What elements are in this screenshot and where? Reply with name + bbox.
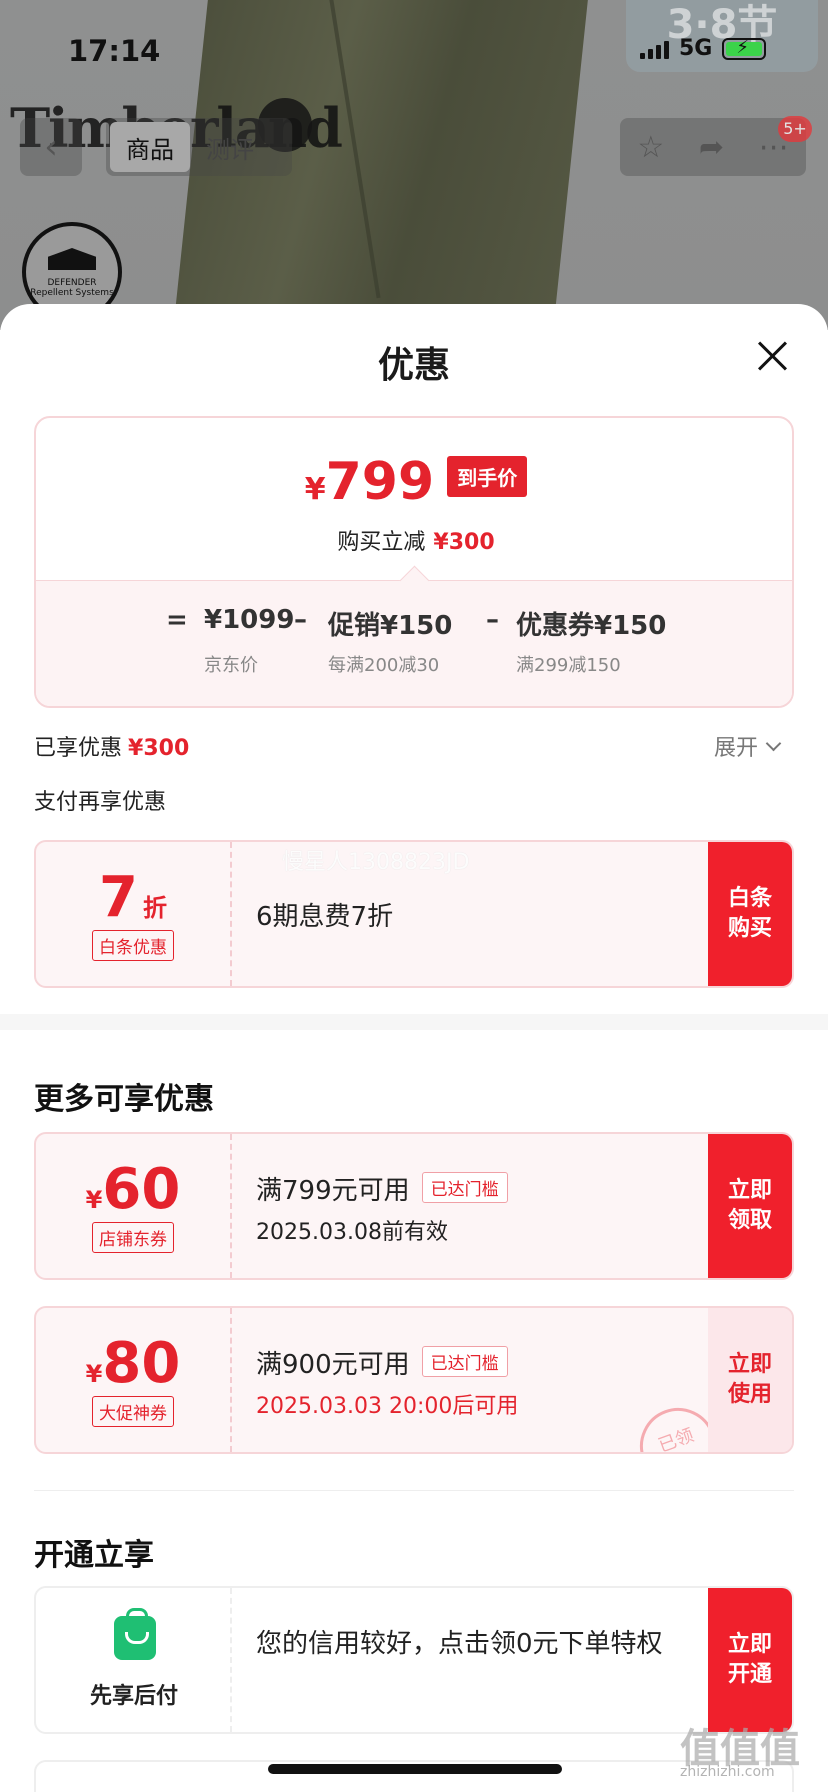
section-gap xyxy=(0,1014,828,1030)
battery-icon: ⚡ xyxy=(722,37,767,60)
paylater-offer[interactable]: 先享后付 您的信用较好，点击领0元下单特权 立即开通 xyxy=(34,1586,794,1734)
message-badge: 5+ xyxy=(778,116,812,142)
sheet-title: 优惠 xyxy=(377,345,450,386)
signal-icon xyxy=(640,39,669,59)
share-icon[interactable]: ➦ xyxy=(699,130,724,165)
threshold-reached-tag: 已达门槛 xyxy=(421,1346,508,1377)
open-benefit-title: 开通立享 xyxy=(34,1538,154,1573)
coupon-type-tag: 大促神券 xyxy=(92,1396,174,1427)
price-currency: ¥ xyxy=(304,472,326,507)
baitiao-offer[interactable]: 7 折 白条优惠 6期息费7折 慢星人1308823JD 白条购买 xyxy=(34,840,794,988)
pay-more-label: 支付再享优惠 xyxy=(34,790,167,815)
network-type: 5G xyxy=(679,36,713,61)
baitiao-discount: 7 xyxy=(98,865,138,930)
coupon-value: 80 xyxy=(102,1331,181,1396)
coupon-condition: 满900元可用 xyxy=(256,1350,410,1380)
expand-toggle[interactable]: 展开 xyxy=(714,730,782,762)
tab-review[interactable]: 测评 xyxy=(190,122,270,172)
coupon-amount: 优惠券¥150 xyxy=(516,611,667,641)
coupon-currency: ¥ xyxy=(85,1186,103,1214)
price-breakdown-card: ¥799 到手价 购买立减 ¥300 = ¥1099 京东价 – 促销¥150 每… xyxy=(34,416,794,708)
enjoyed-value: ¥300 xyxy=(128,736,190,761)
coupon-card[interactable]: ¥80 大促神券 满900元可用 已达门槛 2025.03.03 20:00后可用… xyxy=(34,1306,794,1454)
chevron-left-icon: ‹ xyxy=(44,127,58,167)
user-watermark: 慢星人1308823JD xyxy=(282,850,470,875)
open-paylater-button[interactable]: 立即开通 xyxy=(708,1588,792,1732)
final-price: 799 xyxy=(325,452,435,512)
product-image-backdrop: Timberland DEFENDER Repellent Systems 3·… xyxy=(0,0,828,330)
coupon-type-tag: 店铺东券 xyxy=(92,1222,174,1253)
chevron-down-icon xyxy=(765,735,782,752)
header-tabs: 商品 测评 xyxy=(106,118,292,176)
coupon-currency: ¥ xyxy=(85,1360,103,1388)
saving-label: 购买立减 xyxy=(337,530,426,555)
coupon-condition-row: 满900元可用 已达门槛 xyxy=(256,1344,508,1381)
baitiao-desc: 6期息费7折 xyxy=(256,902,394,932)
tab-product[interactable]: 商品 xyxy=(110,122,190,172)
paylater-label: 先享后付 xyxy=(89,1684,178,1709)
enjoyed-label: 已享优惠 xyxy=(34,736,123,761)
use-coupon-button[interactable]: 立即使用 xyxy=(708,1308,792,1452)
promo-amount: 促销¥150 xyxy=(328,611,453,641)
base-price: ¥1099 xyxy=(204,605,295,635)
coupon-card[interactable]: ¥60 店铺东券 满799元可用 已达门槛 2025.03.08前有效 立即领取 xyxy=(34,1132,794,1280)
back-button[interactable]: ‹ xyxy=(20,118,82,176)
coupon-value: 60 xyxy=(102,1157,181,1222)
coupon-condition: 满799元可用 xyxy=(256,1176,410,1206)
more-discounts-title: 更多可享优惠 xyxy=(34,1082,214,1117)
coupon-note: 满299减150 xyxy=(516,655,621,676)
enjoyed-discount: 已享优惠 ¥300 xyxy=(34,730,189,762)
final-price-tag: 到手价 xyxy=(447,456,528,497)
defender-text: DEFENDER Repellent Systems xyxy=(30,278,114,298)
minus-sign: – xyxy=(486,605,499,635)
expand-label: 展开 xyxy=(714,736,759,761)
coupon-condition-row: 满799元可用 已达门槛 xyxy=(256,1170,508,1207)
minus-sign: – xyxy=(294,605,307,635)
paylater-desc: 您的信用较好，点击领0元下单特权 xyxy=(256,1629,663,1659)
status-indicators: 5G ⚡ xyxy=(640,36,767,61)
site-url: zhizhizhi.com xyxy=(680,1764,775,1780)
discount-sheet: 优惠 ¥799 到手价 购买立减 ¥300 = ¥1099 京东价 – 促销¥15… xyxy=(0,304,828,1792)
home-indicator[interactable] xyxy=(268,1764,562,1774)
status-time: 17:14 xyxy=(68,34,161,68)
claim-coupon-button[interactable]: 立即领取 xyxy=(708,1134,792,1278)
coupon-validity: 2025.03.03 20:00后可用 xyxy=(256,1394,519,1419)
baitiao-discount-unit: 折 xyxy=(143,894,168,922)
equals-sign: = xyxy=(166,605,188,635)
close-icon[interactable] xyxy=(756,340,788,372)
defender-roof-icon xyxy=(48,248,96,270)
coupon-validity: 2025.03.08前有效 xyxy=(256,1220,448,1245)
divider xyxy=(34,1490,794,1491)
shopping-bag-icon xyxy=(114,1608,156,1660)
saving-value: ¥300 xyxy=(433,530,495,555)
base-price-note: 京东价 xyxy=(204,655,258,676)
threshold-reached-tag: 已达门槛 xyxy=(421,1172,508,1203)
star-icon[interactable]: ☆ xyxy=(637,130,664,165)
saving-line: 购买立减 ¥300 xyxy=(36,524,792,556)
promo-note: 每满200减30 xyxy=(328,655,440,676)
baitiao-buy-button[interactable]: 白条购买 xyxy=(708,842,792,986)
baitiao-tag: 白条优惠 xyxy=(92,930,174,961)
